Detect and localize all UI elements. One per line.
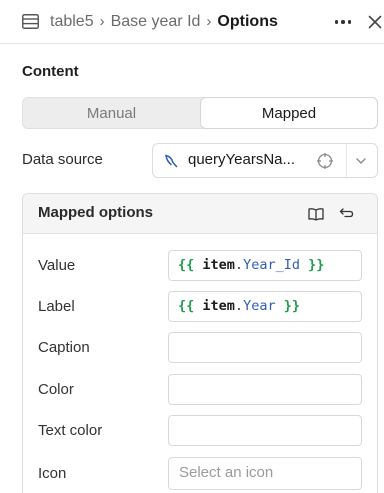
more-options-button[interactable] — [332, 12, 354, 32]
inspector-header: table5 › Base year Id › Options — [0, 0, 384, 44]
label-label: Label — [38, 298, 75, 315]
caption-field[interactable] — [168, 332, 362, 363]
tab-mapped[interactable]: Mapped — [200, 97, 378, 129]
icon-label: Icon — [38, 465, 67, 482]
breadcrumb-item-current: Options — [217, 13, 278, 30]
mapped-options-header: Mapped options — [23, 194, 377, 234]
close-icon[interactable] — [366, 13, 384, 31]
value-expression: {{ item.Year_Id }} — [178, 257, 325, 273]
breadcrumb: table5 › Base year Id › Options — [50, 11, 278, 33]
mapped-options-panel: Mapped options Value {{ item.Year_Id }} … — [22, 193, 378, 493]
breadcrumb-separator: › — [99, 13, 105, 30]
book-icon[interactable] — [308, 207, 324, 221]
text-color-label: Text color — [38, 422, 103, 439]
icon-select-placeholder: Select an icon — [179, 464, 274, 481]
table-icon — [22, 14, 39, 29]
label-field[interactable]: {{ item.Year }} — [168, 291, 362, 322]
value-label: Value — [38, 257, 76, 274]
label-expression: {{ item.Year }} — [178, 298, 300, 314]
data-source-label: Data source — [22, 151, 103, 168]
select-divider — [346, 144, 347, 177]
more-horizontal-icon — [334, 20, 339, 24]
color-field[interactable] — [168, 374, 362, 405]
mode-segmented-control: Manual Mapped — [22, 97, 378, 129]
data-source-select[interactable]: queryYearsNa... — [152, 143, 378, 178]
tab-manual[interactable]: Manual — [23, 98, 200, 128]
query-icon — [165, 154, 178, 168]
caption-label: Caption — [38, 339, 90, 356]
color-label: Color — [38, 381, 74, 398]
value-field[interactable]: {{ item.Year_Id }} — [168, 250, 362, 281]
breadcrumb-item-table[interactable]: table5 — [50, 11, 94, 33]
mapped-options-title: Mapped options — [38, 204, 153, 221]
chevron-down-icon[interactable] — [354, 154, 368, 168]
crosshair-icon[interactable] — [316, 152, 334, 170]
data-source-value: queryYearsNa... — [188, 151, 296, 168]
text-color-field[interactable] — [168, 415, 362, 446]
section-title-content: Content — [22, 63, 79, 80]
return-arrow-icon[interactable] — [338, 206, 354, 222]
icon-select[interactable]: Select an icon — [168, 457, 362, 490]
breadcrumb-separator: › — [206, 13, 212, 30]
breadcrumb-item-column[interactable]: Base year Id — [111, 11, 201, 33]
